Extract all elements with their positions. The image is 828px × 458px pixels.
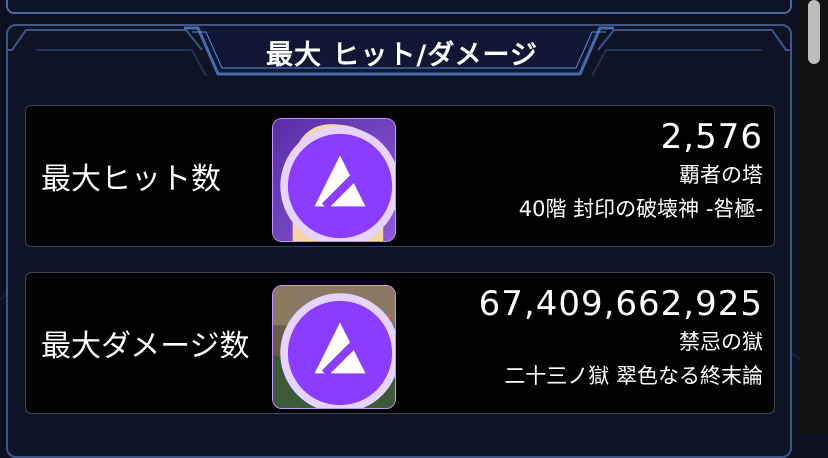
dark-element-icon — [280, 293, 395, 408]
max-hit-quest-name: 覇者の塔 — [679, 163, 763, 187]
max-hit-value: 2,576 — [660, 117, 763, 157]
max-hit-label: 最大ヒット数 — [41, 162, 221, 197]
max-damage-details: 67,409,662,925 禁忌の獄 二十三ノ獄 翠色なる終末論 — [479, 283, 763, 393]
max-damage-record-card[interactable]: 最大ダメージ数 67,409,662,925 禁忌の獄 二十三ノ獄 翠色なる終末… — [25, 272, 775, 414]
max-damage-stage-name: 二十三ノ獄 翠色なる終末論 — [504, 364, 763, 388]
dark-element-icon — [280, 126, 395, 241]
max-damage-label: 最大ダメージ数 — [41, 329, 250, 364]
scrollbar-thumb[interactable] — [808, 0, 820, 64]
max-hit-stage-name: 40階 封印の破壊神 -咎極- — [518, 197, 763, 221]
max-hit-record-card[interactable]: 最大ヒット数 2,576 覇者の塔 40階 封印の破壊神 -咎極- — [25, 105, 775, 247]
blonde-girl-character-icon[interactable] — [272, 118, 396, 242]
scrollbar-track[interactable] — [800, 0, 828, 434]
dark-haired-soldier-character-icon[interactable] — [272, 285, 396, 409]
max-damage-value: 67,409,662,925 — [478, 284, 763, 324]
previous-section-panel — [6, 0, 792, 14]
section-title: 最大 ヒット/ダメージ — [266, 39, 538, 71]
max-damage-quest-name: 禁忌の獄 — [679, 330, 763, 354]
max-hit-details: 2,576 覇者の塔 40階 封印の破壊神 -咎極- — [519, 116, 763, 226]
